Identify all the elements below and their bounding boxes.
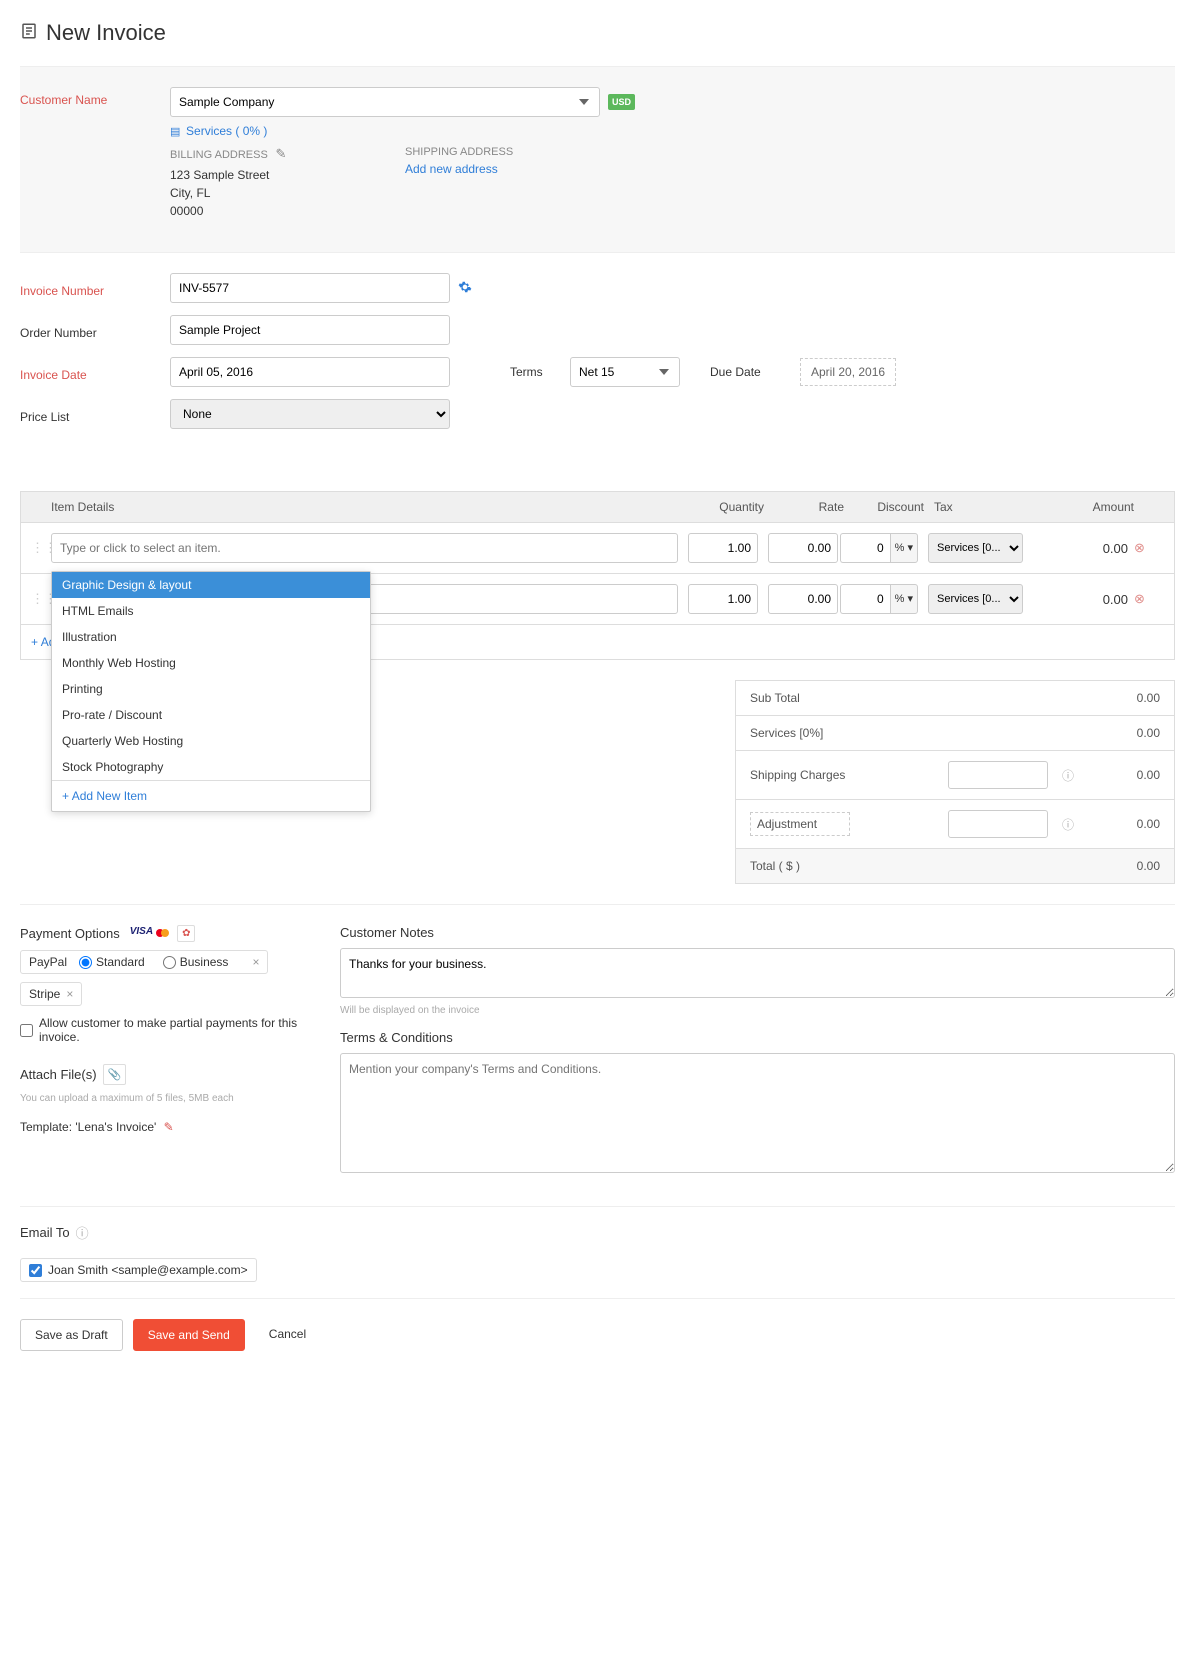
summary-total: Total ( $ ) 0.00 xyxy=(735,848,1175,884)
dropdown-option[interactable]: Quarterly Web Hosting xyxy=(52,728,370,754)
save-draft-button[interactable]: Save as Draft xyxy=(20,1319,123,1351)
paypal-standard-radio[interactable] xyxy=(79,956,92,969)
invoice-date-label: Invoice Date xyxy=(20,362,170,382)
payment-settings-icon[interactable]: ✿ xyxy=(177,925,195,942)
template-label: Template: xyxy=(20,1120,72,1134)
notes-help: Will be displayed on the invoice xyxy=(340,1005,1175,1016)
terms-title: Terms & Conditions xyxy=(340,1030,1175,1045)
invoice-number-label: Invoice Number xyxy=(20,278,170,298)
shipping-input[interactable] xyxy=(948,761,1048,789)
price-list-select[interactable]: None xyxy=(170,399,450,429)
allow-partial-checkbox[interactable] xyxy=(20,1024,33,1037)
customer-name-label: Customer Name xyxy=(20,87,170,107)
summary-shipping: Shipping Charges ⓘ 0.00 xyxy=(735,750,1175,799)
paypal-chip: PayPal Standard Business × xyxy=(20,950,268,974)
delete-row-icon[interactable]: ⊗ xyxy=(1134,540,1164,556)
invoice-date-input[interactable] xyxy=(170,357,450,387)
save-send-button[interactable]: Save and Send xyxy=(133,1319,245,1351)
services-link[interactable]: Services ( 0% ) xyxy=(186,124,267,138)
info-icon[interactable]: ⓘ xyxy=(1062,767,1074,784)
item-row: ⋮⋮ % ▾ Services [0... 0.00 ⊗ Graphic Des… xyxy=(20,523,1175,574)
discount-unit[interactable]: % ▾ xyxy=(890,584,918,614)
delete-row-icon[interactable]: ⊗ xyxy=(1134,591,1164,607)
amount-cell: 0.00 xyxy=(1028,592,1128,607)
items-header: Item Details Quantity Rate Discount Tax … xyxy=(20,491,1175,523)
attach-file-button[interactable]: 📎 xyxy=(103,1064,127,1085)
terms-label: Terms xyxy=(510,365,570,379)
mastercard-icon xyxy=(155,926,171,941)
rate-input[interactable] xyxy=(768,533,838,563)
customer-notes-input[interactable] xyxy=(340,948,1175,998)
dropdown-option[interactable]: Illustration xyxy=(52,624,370,650)
rate-input[interactable] xyxy=(768,584,838,614)
tax-select[interactable]: Services [0... xyxy=(928,584,1023,614)
customer-select[interactable]: Sample Company xyxy=(170,87,600,117)
summary-adjustment: Adjustment ⓘ 0.00 xyxy=(735,799,1175,848)
dropdown-option[interactable]: Printing xyxy=(52,676,370,702)
summary-services: Services [0%] 0.00 xyxy=(735,715,1175,750)
services-icon: ▤ xyxy=(170,126,180,138)
order-number-label: Order Number xyxy=(20,320,170,340)
due-date-value: April 20, 2016 xyxy=(800,358,896,386)
remove-stripe-icon[interactable]: × xyxy=(66,987,73,1001)
page-title: New Invoice xyxy=(20,20,1175,46)
discount-unit[interactable]: % ▾ xyxy=(890,533,918,563)
page-title-text: New Invoice xyxy=(46,20,166,46)
dropdown-option[interactable]: Graphic Design & layout xyxy=(52,572,370,598)
billing-address: 123 Sample Street City, FL 00000 xyxy=(170,166,405,220)
attach-help: You can upload a maximum of 5 files, 5MB… xyxy=(20,1093,340,1104)
terms-select[interactable]: Net 15 xyxy=(570,357,680,387)
price-list-label: Price List xyxy=(20,404,170,424)
item-dropdown: Graphic Design & layout HTML Emails Illu… xyxy=(51,571,371,812)
customer-notes-title: Customer Notes xyxy=(340,925,1175,940)
qty-input[interactable] xyxy=(688,533,758,563)
remove-paypal-icon[interactable]: × xyxy=(252,955,259,969)
stripe-chip: Stripe × xyxy=(20,982,82,1006)
payment-options-title: Payment Options VISA ✿ xyxy=(20,925,340,942)
info-icon[interactable]: ⓘ xyxy=(1062,816,1074,833)
dropdown-option[interactable]: Pro-rate / Discount xyxy=(52,702,370,728)
billing-address-title: BILLING ADDRESS xyxy=(170,149,268,161)
shipping-address-title: SHIPPING ADDRESS xyxy=(405,146,640,158)
email-recipient-checkbox[interactable] xyxy=(29,1264,42,1277)
drag-handle-icon[interactable]: ⋮⋮ xyxy=(31,591,51,607)
terms-input[interactable] xyxy=(340,1053,1175,1173)
allow-partial-label: Allow customer to make partial payments … xyxy=(39,1016,340,1044)
tax-select[interactable]: Services [0... xyxy=(928,533,1023,563)
currency-badge: USD xyxy=(608,94,635,110)
email-recipient-chip: Joan Smith <sample@example.com> xyxy=(20,1258,257,1282)
cancel-button[interactable]: Cancel xyxy=(255,1319,320,1351)
drag-handle-icon[interactable]: ⋮⋮ xyxy=(31,540,51,556)
amount-cell: 0.00 xyxy=(1028,541,1128,556)
item-select-input[interactable] xyxy=(51,533,678,563)
template-name: 'Lena's Invoice' xyxy=(75,1120,156,1134)
dropdown-option[interactable]: HTML Emails xyxy=(52,598,370,624)
invoice-number-settings-icon[interactable] xyxy=(458,280,472,297)
visa-icon: VISA xyxy=(130,926,153,941)
adjustment-label-input[interactable]: Adjustment xyxy=(750,812,850,836)
email-to-title: Email To xyxy=(20,1225,70,1240)
discount-input[interactable] xyxy=(840,533,890,563)
info-icon[interactable]: ⓘ xyxy=(76,1223,89,1242)
discount-input[interactable] xyxy=(840,584,890,614)
qty-input[interactable] xyxy=(688,584,758,614)
dropdown-option[interactable]: Monthly Web Hosting xyxy=(52,650,370,676)
adjustment-input[interactable] xyxy=(948,810,1048,838)
dropdown-option[interactable]: Stock Photography xyxy=(52,754,370,780)
edit-template-icon[interactable]: ✎ xyxy=(164,1120,174,1134)
invoice-icon xyxy=(20,20,38,46)
summary-subtotal: Sub Total 0.00 xyxy=(735,680,1175,715)
email-recipient-text: Joan Smith <sample@example.com> xyxy=(48,1263,248,1277)
due-date-label: Due Date xyxy=(710,365,790,379)
attach-title: Attach File(s) xyxy=(20,1067,97,1082)
invoice-number-input[interactable] xyxy=(170,273,450,303)
order-number-input[interactable] xyxy=(170,315,450,345)
add-new-item-link[interactable]: + Add New Item xyxy=(52,780,370,811)
paypal-business-radio[interactable] xyxy=(163,956,176,969)
edit-billing-icon[interactable]: ✎ xyxy=(275,146,286,161)
add-shipping-link[interactable]: Add new address xyxy=(405,162,640,176)
